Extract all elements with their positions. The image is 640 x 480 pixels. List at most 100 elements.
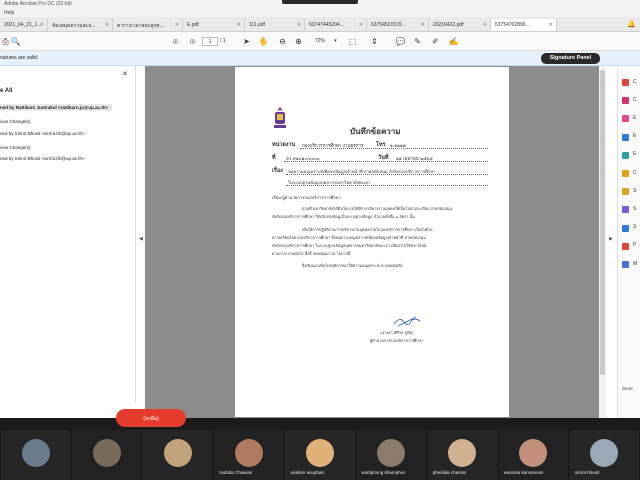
tab-document[interactable]: 2021_04_21_1... ✕ bbox=[0, 19, 48, 31]
tool-label[interactable]: E bbox=[633, 133, 636, 139]
tab-label: 20210422.pdf bbox=[433, 22, 464, 28]
tab-label: 63754521579... bbox=[371, 22, 406, 28]
body-line: สังกัดกองบริการการศึกษา ในระบบฐานข้อมูลบ… bbox=[272, 243, 427, 248]
tab-document[interactable]: ห้องสมุดความสะอ... ✕ bbox=[48, 19, 113, 31]
body-line: เพื่อให้การปฏิบัติงานการบริหารงานบุคคลภา… bbox=[302, 227, 433, 232]
signature-row[interactable]: ned by Sirirot Bhusit <sirirot.bh@up.ac.… bbox=[0, 156, 85, 161]
menu-bar: Help bbox=[0, 10, 640, 17]
tool-icon[interactable] bbox=[622, 261, 629, 268]
zoom-in-icon[interactable]: ⊕ bbox=[293, 36, 304, 47]
hand-tool-icon[interactable]: ✋ bbox=[258, 36, 269, 47]
tab-document[interactable]: 20210422.pdf ✕ bbox=[429, 19, 491, 31]
comment-icon[interactable]: 💬 bbox=[395, 36, 406, 47]
tool-icon[interactable] bbox=[622, 97, 629, 105]
participant-name: wuttiphong khamphon bbox=[361, 470, 406, 475]
signatures-panel: ✕ e All ned by Rattikarn Juntrakul <ratt… bbox=[0, 66, 136, 402]
sign-icon[interactable]: ✍ bbox=[448, 36, 459, 47]
tab-document[interactable]: E.pdf ✕ bbox=[183, 19, 245, 31]
tab-document[interactable]: ตารางเวลาสอบสูงช... ✕ bbox=[113, 19, 183, 31]
page-total: / 1 bbox=[220, 38, 226, 44]
participant-name: phenlida chanrat bbox=[432, 470, 466, 475]
zoom-out-icon[interactable]: ⊖ bbox=[277, 36, 288, 47]
tool-icon[interactable] bbox=[622, 79, 629, 86]
tool-icon[interactable] bbox=[622, 170, 629, 177]
avatar bbox=[92, 439, 121, 467]
chevron-down-icon[interactable]: ▾ bbox=[330, 36, 341, 47]
tool-label[interactable]: S bbox=[633, 188, 636, 194]
signature-change-row[interactable]: ious Change(s) bbox=[0, 145, 31, 150]
tool-icon[interactable] bbox=[622, 206, 629, 214]
ref-label: ที่ bbox=[272, 155, 276, 161]
university-logo bbox=[274, 107, 286, 128]
body-line: สังกัดกองบริการการศึกษา ให้ปรับปรุงข้อมู… bbox=[272, 214, 415, 219]
participant-name: wannisa kamsanam bbox=[503, 470, 544, 475]
close-tab-icon[interactable]: ✕ bbox=[297, 22, 301, 28]
pen-icon[interactable]: ✎ bbox=[412, 36, 423, 47]
close-tab-icon[interactable]: ✕ bbox=[175, 22, 179, 28]
validate-all-label[interactable]: e All bbox=[0, 88, 12, 94]
close-tab-icon[interactable]: ✕ bbox=[40, 22, 44, 28]
next-page-icon[interactable]: ⊕ bbox=[187, 36, 198, 47]
tool-icon[interactable] bbox=[622, 188, 629, 196]
window-title: Adobe Acrobat Pro DC (32-bit) bbox=[4, 1, 72, 7]
tool-label[interactable]: S bbox=[633, 224, 636, 230]
meeting-controls-handle[interactable] bbox=[282, 0, 358, 4]
search-icon[interactable]: 🔍 bbox=[10, 36, 21, 47]
tool-label[interactable]: E bbox=[633, 115, 636, 121]
notifications-icon[interactable]: 🔔 bbox=[627, 20, 636, 28]
tool-label[interactable]: M bbox=[633, 261, 637, 267]
signer-name: (นางสาวศิริรส ภูษิต) bbox=[380, 330, 414, 335]
body-line: ตามที่ มหาวิทยาลัยได้มีนโยบายให้มีการบริ… bbox=[302, 206, 453, 211]
tool-icon[interactable] bbox=[622, 151, 629, 159]
tool-label[interactable]: C bbox=[633, 79, 637, 85]
page-number-input[interactable]: 1 bbox=[202, 37, 218, 46]
tool-label[interactable]: P bbox=[633, 242, 636, 248]
close-tab-icon[interactable]: ✕ bbox=[549, 22, 553, 28]
tool-label[interactable]: E bbox=[633, 151, 636, 157]
tool-icon[interactable] bbox=[622, 115, 629, 123]
close-tab-icon[interactable]: ✕ bbox=[483, 22, 487, 28]
close-tab-icon[interactable]: ✕ bbox=[237, 22, 241, 28]
collapse-right-panel-icon[interactable]: ▶ bbox=[609, 236, 613, 242]
tab-document[interactable]: 63747445204... ✕ bbox=[305, 19, 367, 31]
scrollbar-thumb[interactable] bbox=[600, 70, 605, 375]
zoom-level[interactable]: 72% bbox=[315, 38, 325, 44]
avatar bbox=[306, 439, 334, 467]
tool-icon[interactable] bbox=[622, 133, 629, 141]
tool-label[interactable]: C bbox=[633, 97, 637, 103]
menu-help[interactable]: Help bbox=[4, 10, 14, 16]
participant-name: sirirot bhusit bbox=[574, 470, 600, 475]
tool-icon[interactable] bbox=[622, 242, 629, 250]
signature-row[interactable]: ned by Rattikarn Juntrakul <rattikarn.ju… bbox=[0, 104, 112, 111]
tool-icon[interactable] bbox=[622, 224, 629, 232]
tab-document[interactable]: 63754521579... ✕ bbox=[367, 19, 429, 31]
signature-change-row[interactable]: ious Change(s) bbox=[0, 119, 31, 124]
tab-bar: 2021_04_21_1... ✕ ห้องสมุดความสะอ... ✕ ตาร… bbox=[0, 17, 640, 32]
signature-panel-button[interactable]: Signature Panel bbox=[541, 53, 600, 64]
tab-label: E.pdf bbox=[187, 22, 199, 28]
scrolling-mode-icon[interactable]: ⇕ bbox=[369, 36, 380, 47]
tool-label[interactable]: C bbox=[633, 170, 637, 176]
tab-document[interactable]: 111.pdf ✕ bbox=[245, 19, 305, 31]
raise-hand-button[interactable]: (ยกมือ) bbox=[116, 409, 186, 427]
highlight-icon[interactable]: ✐ bbox=[430, 36, 441, 47]
subject-underline bbox=[286, 185, 488, 186]
avatar bbox=[234, 439, 263, 467]
signature-row[interactable]: ned by Sirirot Bhusit <sirirot.bh@up.ac.… bbox=[0, 131, 85, 136]
select-tool-icon[interactable]: ➤ bbox=[241, 36, 252, 47]
tab-document-active[interactable]: 63754702896... ✕ bbox=[491, 19, 557, 31]
avatar bbox=[21, 439, 50, 467]
close-icon[interactable]: ✕ bbox=[122, 70, 128, 78]
tool-label[interactable]: S bbox=[633, 206, 636, 212]
previous-page-icon[interactable]: ⊕ bbox=[170, 36, 181, 47]
body-line: ความเรียบร้อย กองบริการการศึกษา จึงขอควา… bbox=[272, 235, 426, 240]
fit-page-icon[interactable]: ⬚ bbox=[347, 36, 358, 47]
close-tab-icon[interactable]: ✕ bbox=[105, 22, 109, 28]
tab-label: ตารางเวลาสอบสูงช... bbox=[117, 23, 164, 29]
store-label[interactable]: Store bbox=[622, 386, 633, 391]
collapse-left-panel-icon[interactable]: ◀ bbox=[139, 236, 143, 242]
close-tab-icon[interactable]: ✕ bbox=[359, 22, 363, 28]
close-tab-icon[interactable]: ✕ bbox=[421, 22, 425, 28]
tab-label: 63754702896... bbox=[495, 22, 530, 28]
tab-label: 63747445204... bbox=[309, 22, 344, 28]
